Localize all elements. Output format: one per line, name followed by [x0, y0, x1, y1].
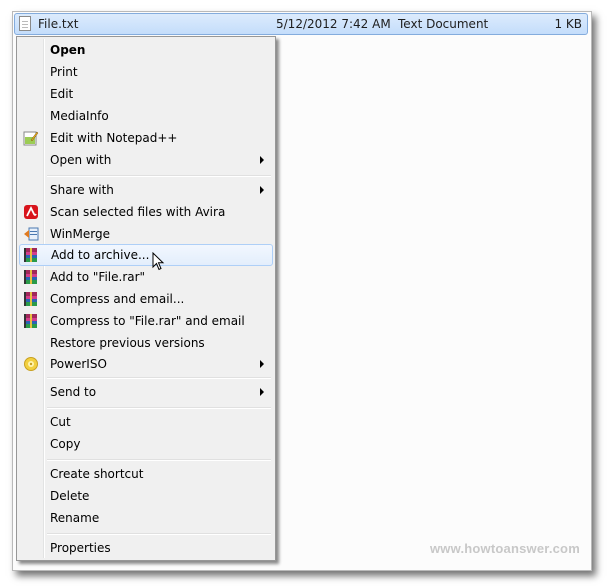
menu-item-print[interactable]: Print: [19, 61, 273, 83]
menu-item-copy[interactable]: Copy: [19, 433, 273, 455]
file-type: Text Document: [398, 17, 489, 31]
avira-icon: [24, 205, 38, 219]
submenu-arrow-icon: [260, 186, 264, 194]
mouse-cursor-icon: [152, 252, 165, 271]
menu-item-label: Compress and email...: [50, 292, 185, 306]
menu-item-label: Share with: [50, 183, 114, 197]
context-menu: Open Print Edit MediaInfo Edit with Note…: [16, 36, 276, 561]
menu-item-add-to-archive[interactable]: Add to archive...: [19, 244, 273, 266]
menu-item-rename[interactable]: Rename: [19, 507, 273, 529]
menu-separator: [47, 459, 271, 461]
menu-separator: [47, 175, 271, 177]
winrar-icon: [24, 314, 37, 328]
menu-item-edit-with-notepadpp[interactable]: Edit with Notepad++: [19, 127, 273, 149]
menu-item-label: Send to: [50, 385, 97, 399]
menu-item-label: Delete: [50, 489, 90, 503]
file-name: File.txt: [38, 17, 79, 31]
menu-item-label: Open: [50, 43, 86, 57]
menu-separator: [47, 407, 271, 409]
file-row-selected[interactable]: File.txt 5/12/2012 7:42 AM Text Document…: [14, 13, 588, 35]
menu-item-restore-previous-versions[interactable]: Restore previous versions: [19, 332, 273, 354]
text-file-icon: [19, 16, 31, 31]
menu-item-label: MediaInfo: [50, 109, 109, 123]
menu-item-label: PowerISO: [50, 357, 107, 371]
menu-separator: [47, 533, 271, 535]
menu-item-label: Rename: [50, 511, 100, 525]
menu-separator: [47, 377, 271, 379]
submenu-arrow-icon: [260, 360, 264, 368]
menu-item-label: Add to "File.rar": [50, 270, 146, 284]
menu-item-open[interactable]: Open: [19, 39, 273, 61]
menu-item-label: Properties: [50, 541, 111, 555]
menu-item-cut[interactable]: Cut: [19, 411, 273, 433]
menu-item-mediainfo[interactable]: MediaInfo: [19, 105, 273, 127]
menu-item-compress-to-file-rar-and-email[interactable]: Compress to "File.rar" and email: [19, 310, 273, 332]
menu-item-label: Print: [50, 65, 78, 79]
menu-item-delete[interactable]: Delete: [19, 485, 273, 507]
winmerge-icon: [24, 227, 39, 241]
poweriso-icon: [24, 357, 38, 371]
menu-item-send-to[interactable]: Send to: [19, 381, 273, 403]
menu-item-label: WinMerge: [50, 227, 110, 241]
menu-item-scan-avira[interactable]: Scan selected files with Avira: [19, 201, 273, 223]
winrar-icon: [24, 292, 37, 306]
menu-item-label: Edit: [50, 87, 74, 101]
menu-item-label: Edit with Notepad++: [50, 131, 178, 145]
menu-item-edit[interactable]: Edit: [19, 83, 273, 105]
file-size: 1 KB: [554, 17, 582, 31]
menu-item-add-to-file-rar[interactable]: Add to "File.rar": [19, 266, 273, 288]
notepadpp-icon: [23, 131, 39, 146]
menu-item-label: Create shortcut: [50, 467, 144, 481]
watermark-text: www.howtoanswer.com: [430, 541, 580, 556]
winrar-icon: [24, 248, 37, 262]
menu-item-label: Cut: [50, 415, 71, 429]
menu-item-label: Scan selected files with Avira: [50, 205, 226, 219]
submenu-arrow-icon: [260, 156, 264, 164]
menu-item-create-shortcut[interactable]: Create shortcut: [19, 463, 273, 485]
menu-item-open-with[interactable]: Open with: [19, 149, 273, 171]
menu-item-label: Copy: [50, 437, 81, 451]
menu-item-compress-and-email[interactable]: Compress and email...: [19, 288, 273, 310]
menu-item-label: Add to archive...: [51, 248, 150, 262]
menu-item-winmerge[interactable]: WinMerge: [19, 223, 273, 245]
menu-item-properties[interactable]: Properties: [19, 537, 273, 559]
file-date-modified: 5/12/2012 7:42 AM: [276, 17, 391, 31]
winrar-icon: [24, 270, 37, 284]
submenu-arrow-icon: [260, 388, 264, 396]
menu-item-label: Restore previous versions: [50, 336, 205, 350]
menu-item-label: Open with: [50, 153, 112, 167]
menu-item-label: Compress to "File.rar" and email: [50, 314, 245, 328]
menu-item-poweriso[interactable]: PowerISO: [19, 353, 273, 375]
menu-item-share-with[interactable]: Share with: [19, 179, 273, 201]
